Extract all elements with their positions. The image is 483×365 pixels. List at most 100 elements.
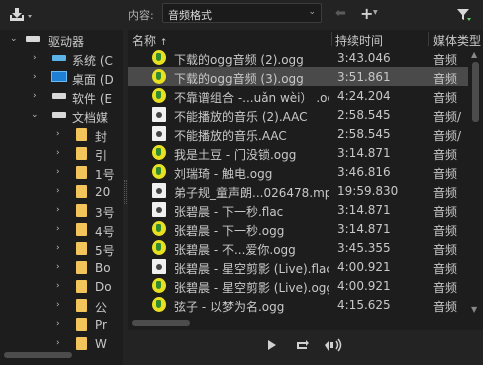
chevron-right-icon[interactable]: › [56, 224, 60, 234]
back-arrow-icon[interactable]: ⬅ [335, 6, 346, 21]
chevron-down-icon[interactable]: ⌄ [10, 34, 18, 44]
tree-item-folder[interactable]: › Bo [0, 258, 123, 277]
audio-file-icon [152, 183, 166, 198]
tree-item-folder[interactable]: › 1号 [0, 163, 123, 182]
file-row[interactable]: 不能播放的音乐 (2).AAC 2:58.545 音频/ [128, 105, 468, 124]
file-name: 张碧晨 - 星空剪影 (Live).ogg [174, 281, 329, 295]
tree-item-software[interactable]: › 软件 (E [0, 87, 123, 106]
file-row[interactable]: 张碧晨 - 星空剪影 (Live).ogg 4:00.921 音频 [128, 276, 468, 295]
tree-item-label: 1号 [95, 168, 115, 182]
tree-item-system[interactable]: › 系统 (C [0, 49, 123, 68]
file-name: 不靠谱组合 -...uǎn wèi） .ogg [174, 91, 329, 105]
file-name: 下载的ogg音频 (2).ogg [174, 53, 304, 67]
chevron-right-icon[interactable]: › [56, 186, 60, 196]
column-header-duration[interactable]: 持续时间 [335, 32, 383, 49]
chevron-right-icon[interactable]: › [56, 262, 60, 272]
chevron-right-icon[interactable]: › [56, 243, 60, 253]
chevron-right-icon[interactable]: › [56, 338, 60, 348]
tree-item-label: 文档媒 [72, 111, 109, 125]
file-row[interactable]: 张碧晨 - 下一秒.flac 3:14.871 音频 [128, 200, 468, 219]
file-media-type: 音频 [433, 186, 458, 200]
tree-item-label: 20 [95, 185, 111, 199]
tree-item-folder[interactable]: › 3号 [0, 201, 123, 220]
folder-icon [76, 261, 87, 274]
file-rows: 下载的ogg音频 (2).ogg 3:43.046 音频 下载的ogg音频 (3… [128, 48, 468, 316]
tree-item-label: 软件 (E [72, 92, 113, 106]
folder-icon [76, 280, 87, 293]
volume-button[interactable] [323, 338, 343, 352]
chevron-right-icon[interactable]: › [33, 53, 37, 63]
file-media-type: 音频 [433, 243, 458, 257]
file-media-type: 音频/ [433, 129, 462, 143]
file-row-selected[interactable]: 下载的ogg音频 (3).ogg 3:51.861 音频 [128, 67, 468, 86]
list-horizontal-scrollbar[interactable] [128, 318, 468, 328]
tree-item-folder[interactable]: › 20 [0, 182, 123, 201]
tree-item-folder[interactable]: › 公 [0, 296, 123, 315]
file-duration: 3:51.861 [337, 70, 391, 84]
filter-button[interactable] [455, 6, 473, 24]
play-icon[interactable] [268, 340, 276, 350]
file-duration: 3:46.816 [337, 165, 391, 179]
file-row[interactable]: 不能播放的音乐.AAC 2:58.545 音频/ [128, 124, 468, 143]
import-dropdown-button[interactable] [8, 6, 36, 24]
list-vertical-scrollbar[interactable]: ▲ ▼ [468, 48, 483, 316]
scrollbar-thumb[interactable] [132, 320, 190, 326]
chevron-right-icon[interactable]: › [56, 167, 60, 177]
column-header-media-type[interactable]: 媒体类型 [433, 32, 481, 49]
tree-item-folder[interactable]: › Do [0, 277, 123, 296]
file-media-type: 音频 [433, 281, 458, 295]
chevron-right-icon[interactable]: › [56, 300, 60, 310]
tree-item-folder[interactable]: › Pr [0, 315, 123, 334]
file-row[interactable]: 张碧晨 - 星空剪影 (Live).flac 4:00.921 音频 [128, 257, 468, 276]
tree-item-label: 驱动器 [48, 35, 85, 49]
tree-item-label: 系统 (C [72, 54, 113, 68]
column-separator[interactable] [331, 32, 332, 46]
chevron-right-icon[interactable]: › [56, 148, 60, 158]
scrollbar-thumb[interactable] [472, 62, 479, 122]
file-name: 张碧晨 - 不...爱你.ogg [174, 243, 296, 257]
tree-horizontal-scrollbar[interactable] [4, 350, 122, 360]
file-row[interactable]: 张碧晨 - 下一秒.ogg 3:14.871 音频 [128, 219, 468, 238]
file-duration: 4:00.921 [337, 260, 391, 274]
tree-item-folder[interactable]: › 封 [0, 125, 123, 144]
ogg-file-icon [152, 278, 166, 293]
tree-item-documents[interactable]: ⌄ 文档媒 [0, 106, 123, 125]
file-row[interactable]: 我是土豆 - 门没锁.ogg 3:14.871 音频 [128, 143, 468, 162]
file-row[interactable]: 张碧晨 - 不...爱你.ogg 3:45.355 音频 [128, 238, 468, 257]
chevron-right-icon[interactable]: › [56, 281, 60, 291]
scroll-up-icon[interactable]: ▲ [471, 50, 477, 59]
add-dropdown-caret-icon[interactable]: ▼ [373, 9, 378, 16]
chevron-right-icon[interactable]: › [56, 129, 60, 139]
chevron-down-icon[interactable]: ⌄ [31, 110, 39, 120]
content-type-select[interactable]: 音频格式 ⌄ [162, 3, 322, 23]
file-media-type: 音频 [433, 91, 458, 105]
folder-icon [76, 185, 87, 198]
scrollbar-thumb[interactable] [4, 352, 72, 358]
file-row[interactable]: 不靠谱组合 -...uǎn wèi） .ogg 4:24.204 音频 [128, 86, 468, 105]
tree-item-folder[interactable]: › 4号 [0, 220, 123, 239]
tree-item-desktop[interactable]: › 桌面 (D [0, 68, 123, 87]
file-name: 张碧晨 - 下一秒.ogg [174, 224, 285, 238]
file-row[interactable]: 下载的ogg音频 (2).ogg 3:43.046 音频 [128, 48, 468, 67]
file-row[interactable]: 弦子 - 以梦为名.ogg 4:15.625 音频 [128, 295, 468, 314]
tree-item-drives[interactable]: ⌄ 驱动器 [0, 30, 123, 49]
chevron-right-icon[interactable]: › [33, 72, 37, 82]
column-header-name[interactable]: 名称 ↑ [132, 32, 167, 49]
file-row[interactable]: 弟子规_童声朗...026478.mp3 19:59.830 音频 [128, 181, 468, 200]
scroll-down-icon[interactable]: ▼ [471, 305, 477, 314]
tree-item-label: Do [95, 280, 112, 294]
tree-item-label: W [95, 337, 107, 351]
splitter-grip-icon[interactable] [124, 180, 127, 204]
chevron-right-icon[interactable]: › [56, 319, 60, 329]
file-duration: 4:00.921 [337, 279, 391, 293]
desktop-monitor-icon [51, 71, 67, 82]
add-icon[interactable]: + [360, 4, 373, 23]
tree-item-folder[interactable]: › 5号 [0, 239, 123, 258]
column-separator[interactable] [428, 32, 429, 46]
loop-button[interactable] [296, 338, 310, 350]
chevron-right-icon[interactable]: › [33, 91, 37, 101]
tree-item-folder[interactable]: › 引 [0, 144, 123, 163]
file-row[interactable]: 刘瑞琦 - 触电.ogg 3:46.816 音频 [128, 162, 468, 181]
chevron-right-icon[interactable]: › [56, 205, 60, 215]
ogg-file-icon [152, 88, 166, 103]
